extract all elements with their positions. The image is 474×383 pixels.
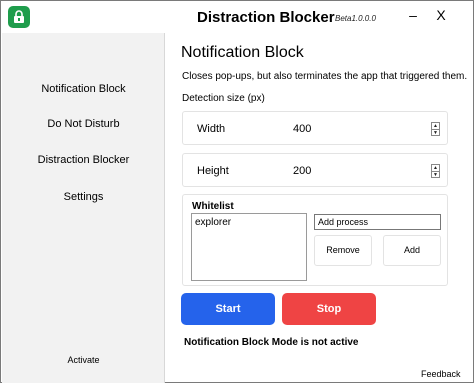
chevron-down-icon[interactable]: ▼ [432,172,439,178]
height-label: Height [197,165,229,177]
sidebar-item-do-not-disturb[interactable]: Do Not Disturb [2,118,165,130]
list-item[interactable]: explorer [195,217,231,228]
width-input[interactable]: 400 [293,123,311,135]
height-stepper[interactable]: ▲ ▼ [431,164,440,178]
whitelist-panel: Whitelist explorer Add process Remove Ad… [182,194,448,286]
whitelist-listbox[interactable]: explorer [191,213,307,281]
height-input[interactable]: 200 [293,165,311,177]
page-description: Closes pop-ups, but also terminates the … [182,71,468,82]
sidebar-item-settings[interactable]: Settings [2,191,165,203]
add-process-input[interactable]: Add process [314,214,441,230]
whitelist-label: Whitelist [192,201,234,212]
close-button[interactable]: X [431,5,451,25]
page-title: Notification Block [181,44,304,61]
chevron-up-icon[interactable]: ▲ [432,123,439,130]
status-text: Notification Block Mode is not active [184,337,359,348]
chevron-up-icon[interactable]: ▲ [432,165,439,172]
title-bar: Distraction Blocker Beta1.0.0.0 – X [1,1,473,33]
version-label: Beta1.0.0.0 [335,14,376,23]
width-field: Width 400 ▲ ▼ [182,111,448,145]
start-button[interactable]: Start [181,293,275,325]
width-label: Width [197,123,226,135]
sidebar: Notification Block Do Not Disturb Distra… [2,33,165,383]
remove-button[interactable]: Remove [314,235,372,266]
lock-app-icon [8,6,30,28]
minimize-button[interactable]: – [403,5,423,25]
app-window: Distraction Blocker Beta1.0.0.0 – X Noti… [0,0,474,383]
detection-size-label: Detection size (px) [182,93,265,104]
chevron-down-icon[interactable]: ▼ [432,130,439,136]
sidebar-item-notification-block[interactable]: Notification Block [2,83,165,95]
height-field: Height 200 ▲ ▼ [182,153,448,187]
stop-button[interactable]: Stop [282,293,376,325]
feedback-link[interactable]: Feedback [421,369,461,379]
sidebar-item-distraction-blocker[interactable]: Distraction Blocker [2,154,165,166]
activate-link[interactable]: Activate [2,355,165,365]
width-stepper[interactable]: ▲ ▼ [431,122,440,136]
add-button[interactable]: Add [383,235,441,266]
window-title: Distraction Blocker [197,9,335,26]
